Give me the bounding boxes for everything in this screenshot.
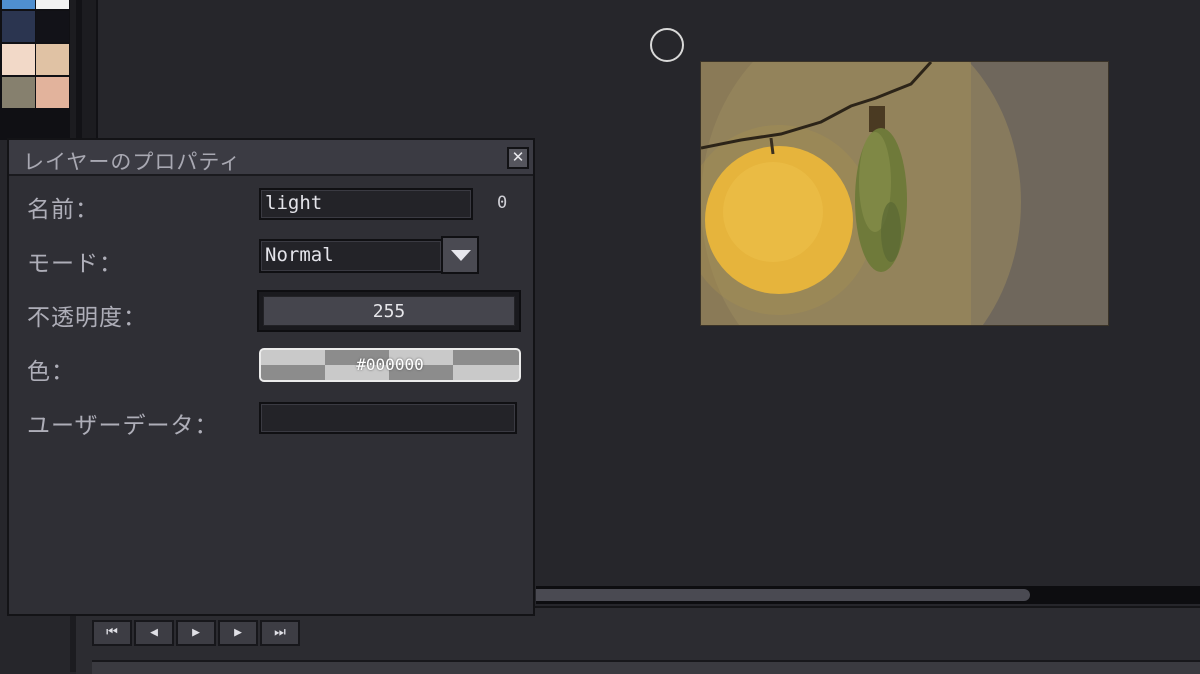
previous-frame-button[interactable]: ◀ xyxy=(134,620,174,646)
name-label: 名前： xyxy=(27,197,99,223)
brush-cursor-icon xyxy=(650,28,684,62)
user-data-field[interactable] xyxy=(259,402,517,434)
next-frame-button[interactable]: ▶ xyxy=(218,620,258,646)
layer-properties-dialog: レイヤーのプロパティ ✕ 名前： light 0 モード： Normal 不透明… xyxy=(7,138,535,616)
mode-select[interactable]: Normal xyxy=(259,239,443,273)
sprite-canvas[interactable] xyxy=(700,61,1109,326)
name-counter: 0 xyxy=(497,193,508,213)
dialog-title: レイヤーのプロパティ xyxy=(23,150,242,174)
opacity-label: 不透明度： xyxy=(27,305,147,331)
sprite-artwork xyxy=(701,62,1108,325)
palette-swatch[interactable] xyxy=(2,0,35,9)
palette-swatch[interactable] xyxy=(2,11,35,42)
palette-swatch[interactable] xyxy=(36,0,69,9)
name-value: light xyxy=(265,192,323,214)
mode-label: モード： xyxy=(27,251,123,277)
mode-value: Normal xyxy=(265,244,334,266)
opacity-field[interactable]: 255 xyxy=(257,290,521,332)
play-button[interactable]: ▶ xyxy=(176,620,216,646)
last-frame-button[interactable]: ⏭ xyxy=(260,620,300,646)
color-field[interactable]: #000000 xyxy=(259,348,521,382)
dialog-title-bar[interactable]: レイヤーのプロパティ ✕ xyxy=(9,140,533,176)
color-palette xyxy=(0,0,70,140)
horizontal-scrollbar-thumb[interactable] xyxy=(536,589,1030,601)
palette-swatch[interactable] xyxy=(36,44,69,75)
user-data-label: ユーザーデータ： xyxy=(27,413,219,439)
palette-swatch[interactable] xyxy=(2,77,35,108)
color-value: #000000 xyxy=(356,355,424,374)
palette-swatch[interactable] xyxy=(36,11,69,42)
palette-swatch[interactable] xyxy=(36,77,69,108)
opacity-value: 255 xyxy=(263,296,515,326)
palette-swatch[interactable] xyxy=(2,44,35,75)
close-icon[interactable]: ✕ xyxy=(507,147,529,169)
chevron-down-icon[interactable] xyxy=(441,236,479,274)
first-frame-button[interactable]: ⏮ xyxy=(92,620,132,646)
playback-controls: ⏮ ◀ ▶ ▶ ⏭ xyxy=(92,620,300,646)
name-field[interactable]: light xyxy=(259,188,473,220)
color-label: 色： xyxy=(27,359,75,385)
